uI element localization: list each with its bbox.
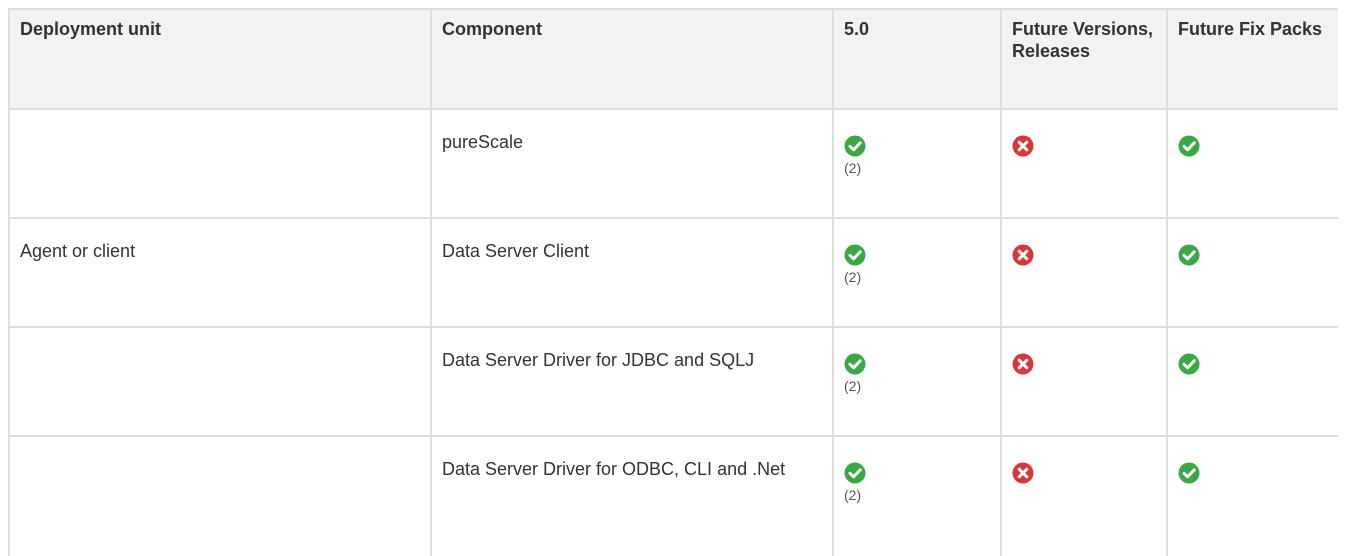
future-fix-packs-cell: [1166, 108, 1338, 219]
table-row: Data Server Driver for ODBC, CLI and .Ne…: [8, 435, 1338, 556]
cross-icon: [1012, 462, 1034, 484]
future-fix-packs-cell: [1166, 435, 1338, 556]
footnote-ref: (2): [844, 160, 862, 176]
cross-icon: [1012, 244, 1034, 266]
deployment-unit-cell: [8, 435, 432, 556]
footnote-ref: (2): [844, 378, 862, 394]
component-cell: Data Server Driver for JDBC and SQLJ: [430, 326, 834, 437]
future-fix-packs-cell: [1166, 217, 1338, 328]
cross-icon: [1012, 353, 1034, 375]
table-row: Agent or client Data Server Client (2): [8, 217, 1338, 328]
deployment-unit-cell: [8, 108, 432, 219]
compatibility-table-container: Deployment unit Component 5.0 Future Ver…: [8, 8, 1338, 556]
cross-icon: [1012, 135, 1034, 157]
footnote-ref: (2): [844, 487, 862, 503]
version-5-0-cell: (2): [832, 326, 1002, 437]
deployment-unit-cell: [8, 326, 432, 437]
version-5-0-cell: (2): [832, 217, 1002, 328]
deployment-unit-cell: Agent or client: [8, 217, 432, 328]
component-cell: Data Server Client: [430, 217, 834, 328]
future-versions-cell: [1000, 326, 1168, 437]
check-icon: [844, 135, 866, 157]
future-fix-packs-cell: [1166, 326, 1338, 437]
table-row: pureScale (2): [8, 108, 1338, 219]
future-versions-cell: [1000, 435, 1168, 556]
check-icon: [844, 462, 866, 484]
header-future-fix-packs: Future Fix Packs: [1166, 8, 1338, 110]
component-cell: pureScale: [430, 108, 834, 219]
check-icon: [1178, 462, 1200, 484]
future-versions-cell: [1000, 108, 1168, 219]
check-icon: [1178, 135, 1200, 157]
version-5-0-cell: (2): [832, 108, 1002, 219]
compatibility-table: Deployment unit Component 5.0 Future Ver…: [8, 8, 1338, 556]
table-header-row: Deployment unit Component 5.0 Future Ver…: [8, 8, 1338, 110]
check-icon: [844, 244, 866, 266]
header-future-versions: Future Versions, Releases: [1000, 8, 1168, 110]
footnote-ref: (2): [844, 269, 862, 285]
table-row: Data Server Driver for JDBC and SQLJ (2): [8, 326, 1338, 437]
header-deployment-unit: Deployment unit: [8, 8, 432, 110]
check-icon: [1178, 353, 1200, 375]
future-versions-cell: [1000, 217, 1168, 328]
version-5-0-cell: (2): [832, 435, 1002, 556]
header-version-5-0: 5.0: [832, 8, 1002, 110]
header-component: Component: [430, 8, 834, 110]
component-cell: Data Server Driver for ODBC, CLI and .Ne…: [430, 435, 834, 556]
check-icon: [1178, 244, 1200, 266]
check-icon: [844, 353, 866, 375]
